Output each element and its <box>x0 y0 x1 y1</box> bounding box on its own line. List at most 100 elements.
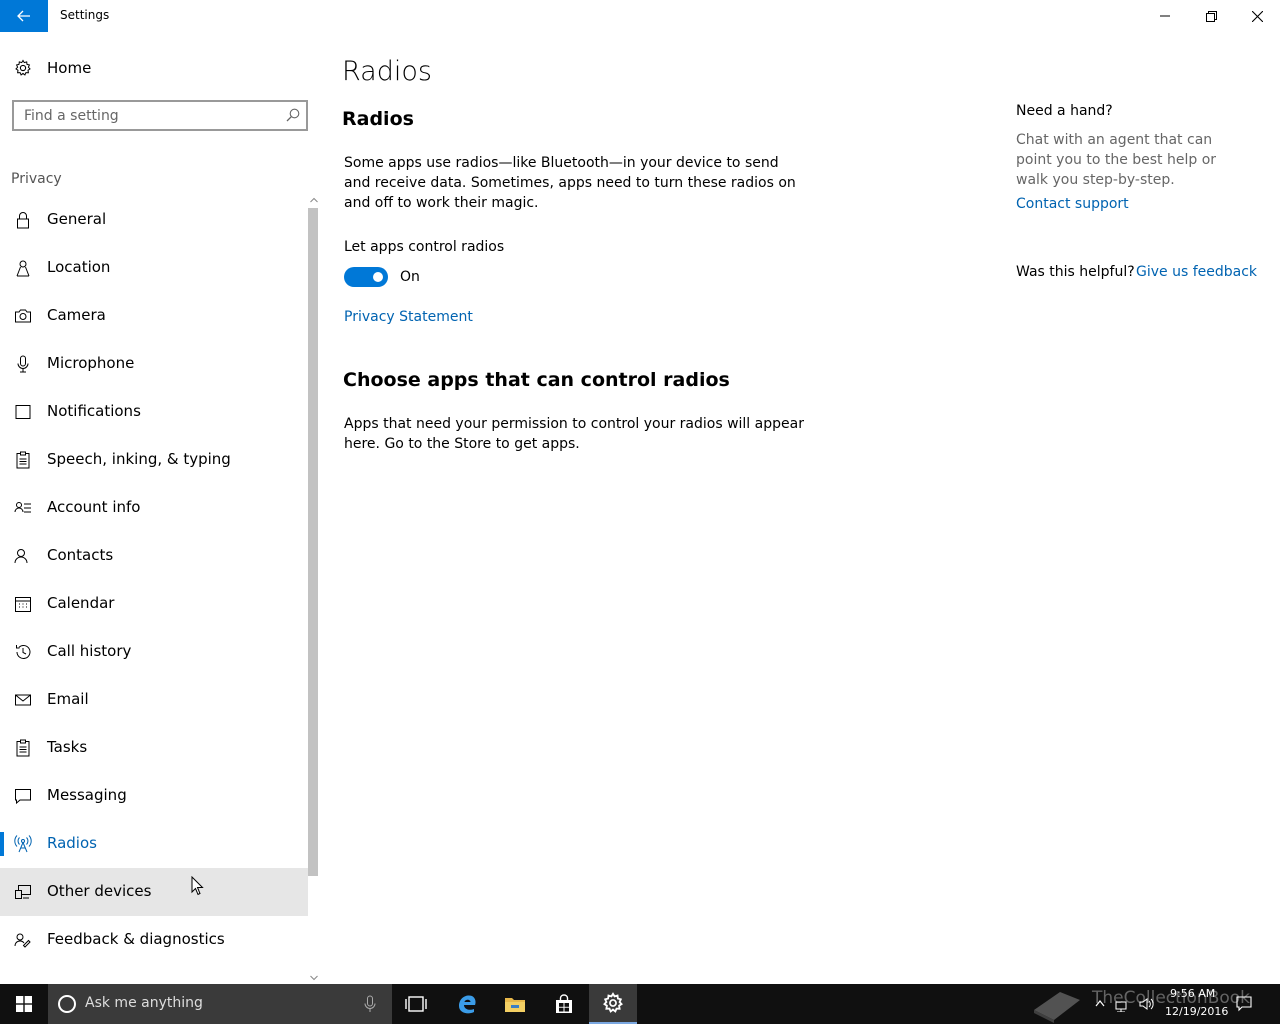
sidebar-item-label: Tasks <box>47 738 88 756</box>
radios-description: Some apps use radios—like Bluetooth—in y… <box>344 155 796 211</box>
sidebar-scrollbar[interactable] <box>308 196 320 984</box>
cortana-search-box[interactable]: Ask me anything <box>48 984 392 1024</box>
tasks-icon <box>16 739 30 757</box>
sidebar-item-label: Email <box>47 690 89 708</box>
gear-icon <box>603 992 623 1013</box>
tray-icons-group[interactable] <box>1094 996 1162 1013</box>
sidebar-item-other-devices[interactable]: Other devices <box>0 868 308 916</box>
sidebar-item-feedback-diagnostics[interactable]: Feedback & diagnostics <box>0 916 308 964</box>
windows-logo-icon <box>16 996 32 1012</box>
contact-support-link[interactable]: Contact support <box>1016 196 1129 212</box>
close-button[interactable] <box>1234 0 1280 32</box>
help-title: Need a hand? <box>1016 103 1113 119</box>
sidebar-item-label: Microphone <box>47 354 135 372</box>
sidebar-item-tasks[interactable]: Tasks <box>0 724 308 772</box>
cortana-icon <box>58 995 76 1013</box>
sidebar-item-label: Other devices <box>47 882 152 900</box>
sidebar-item-location[interactable]: Location <box>0 244 308 292</box>
gear-icon <box>15 59 31 76</box>
lock-icon <box>17 212 29 229</box>
scroll-up-arrow-icon[interactable] <box>310 196 318 204</box>
edge-button[interactable] <box>443 984 491 1024</box>
title-bar: Settings <box>0 0 1280 32</box>
helpful-label: Was this helpful? <box>1016 264 1135 280</box>
sidebar-item-label: Call history <box>47 642 132 660</box>
give-feedback-link[interactable]: Give us feedback <box>1136 264 1257 280</box>
close-icon <box>1251 10 1263 22</box>
window-title: Settings <box>60 8 110 22</box>
mouse-cursor-icon <box>191 876 204 896</box>
scroll-down-arrow-icon[interactable] <box>310 974 318 982</box>
back-arrow-icon <box>17 10 30 22</box>
chevron-up-icon <box>1095 1000 1105 1007</box>
microphone-icon <box>17 355 29 373</box>
sidebar-item-label: Radios <box>47 834 97 852</box>
store-button[interactable] <box>540 984 588 1024</box>
choose-apps-title: Choose apps that can control radios <box>343 369 730 391</box>
privacy-statement-link[interactable]: Privacy Statement <box>344 309 473 325</box>
feedback-icon <box>14 933 31 948</box>
section-label: Privacy <box>11 171 62 187</box>
toggle-label: Let apps control radios <box>344 239 505 255</box>
sidebar-item-radios[interactable]: Radios <box>0 820 308 868</box>
calendar-icon <box>15 597 31 612</box>
book-logo-icon <box>1034 992 1080 1023</box>
search-box[interactable] <box>12 100 308 131</box>
sidebar-item-label: Notifications <box>47 402 141 420</box>
restore-button[interactable] <box>1188 0 1234 32</box>
cortana-placeholder: Ask me anything <box>85 995 203 1011</box>
clock-date[interactable]: 12/19/2016 <box>1165 1005 1228 1018</box>
sidebar-item-label: Account info <box>47 498 141 516</box>
start-button[interactable] <box>0 984 48 1024</box>
sidebar-item-contacts[interactable]: Contacts <box>0 532 308 580</box>
sidebar-item-account-info[interactable]: Account info <box>0 484 308 532</box>
file-explorer-button[interactable] <box>491 984 539 1024</box>
main-content: Radios Radios Some apps use radios—like … <box>320 32 1280 984</box>
sidebar-item-microphone[interactable]: Microphone <box>0 340 308 388</box>
nav-list: General Location Camera Microphone Notif… <box>0 196 308 964</box>
scroll-thumb[interactable] <box>308 208 318 876</box>
sidebar-item-label: Messaging <box>47 786 127 804</box>
sidebar-item-notifications[interactable]: Notifications <box>0 388 308 436</box>
radios-icon <box>14 835 32 853</box>
speech-icon <box>16 451 30 469</box>
toggle-knob <box>373 272 383 282</box>
radios-toggle[interactable] <box>344 267 388 287</box>
sidebar-item-camera[interactable]: Camera <box>0 292 308 340</box>
clock-time[interactable]: 9:56 AM <box>1170 987 1215 1000</box>
restore-icon <box>1205 10 1217 22</box>
account-info-icon <box>14 502 31 513</box>
minimize-icon <box>1160 15 1170 17</box>
task-view-icon <box>405 996 427 1012</box>
minimize-button[interactable] <box>1142 0 1188 32</box>
sidebar-item-messaging[interactable]: Messaging <box>0 772 308 820</box>
sidebar-item-label: Location <box>47 258 111 276</box>
folder-icon <box>505 998 525 1012</box>
sidebar-item-speech[interactable]: Speech, inking, & typing <box>0 436 308 484</box>
search-icon <box>286 108 300 122</box>
section-title: Radios <box>342 108 414 130</box>
back-button[interactable] <box>0 0 48 32</box>
contacts-icon <box>14 549 28 564</box>
history-icon <box>16 645 31 659</box>
toggle-state: On <box>400 269 420 285</box>
sidebar-item-label: Calendar <box>47 594 115 612</box>
home-label: Home <box>47 59 92 77</box>
sidebar-item-general[interactable]: General <box>0 196 308 244</box>
sidebar-item-call-history[interactable]: Call history <box>0 628 308 676</box>
sidebar-item-label: Contacts <box>47 546 114 564</box>
location-icon <box>16 260 30 277</box>
settings-taskbar-button[interactable] <box>589 984 637 1024</box>
selection-indicator <box>0 832 4 856</box>
sidebar-item-email[interactable]: Email <box>0 676 308 724</box>
task-view-button[interactable] <box>392 984 440 1024</box>
volume-icon <box>1139 998 1154 1010</box>
sidebar-item-calendar[interactable]: Calendar <box>0 580 308 628</box>
sidebar-item-label: Speech, inking, & typing <box>47 450 231 468</box>
home-nav-item[interactable]: Home <box>0 50 308 86</box>
taskbar: Ask me anything TheCollectionBook 9:56 A… <box>0 984 1280 1024</box>
camera-icon <box>15 309 31 323</box>
microphone-icon[interactable] <box>364 995 376 1013</box>
action-center-icon[interactable] <box>1236 996 1252 1012</box>
search-input[interactable] <box>14 102 276 129</box>
